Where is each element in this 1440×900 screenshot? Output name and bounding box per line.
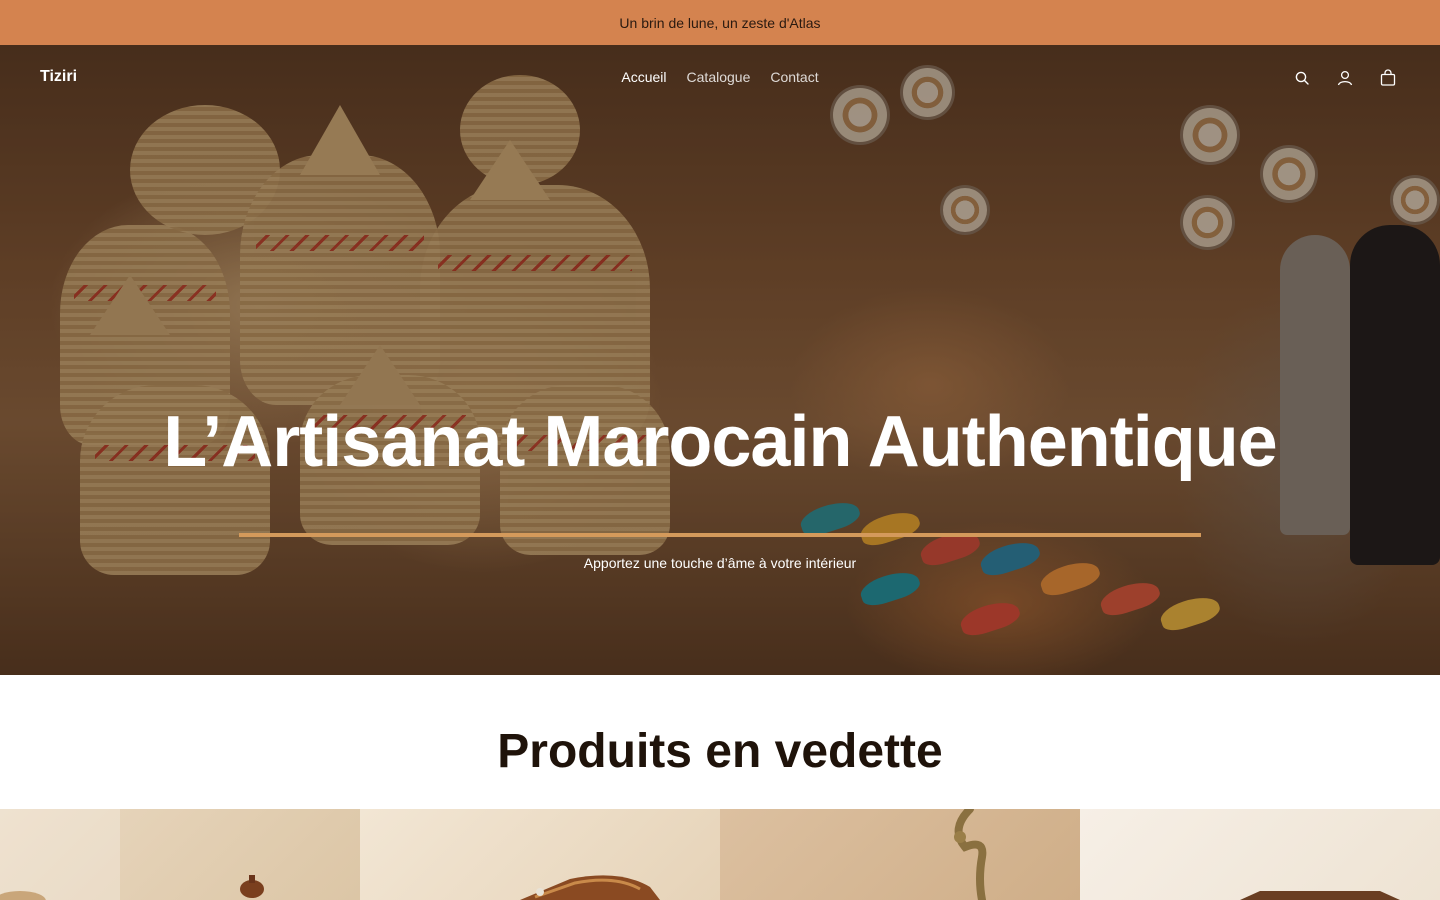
search-icon[interactable] — [1289, 65, 1314, 90]
product-image-1 — [0, 809, 264, 900]
featured-section-title: Produits en vedette — [497, 725, 943, 778]
announcement-bar: Un brin de lune, un zeste d'Atlas — [0, 0, 1440, 45]
nav-item-contact[interactable]: Contact — [770, 69, 818, 85]
header-icons — [1289, 65, 1400, 90]
product-card-3[interactable] — [720, 809, 1080, 900]
nav-item-catalogue[interactable]: Catalogue — [687, 69, 751, 85]
hero-banner — [0, 45, 1440, 675]
announcement-text: Un brin de lune, un zeste d'Atlas — [619, 14, 821, 31]
hero-subtitle: Apportez une touche d’âme à votre intéri… — [583, 555, 857, 571]
site-header: Tiziri Accueil Catalogue Contact — [0, 45, 1440, 111]
nav-item-accueil[interactable]: Accueil — [621, 69, 666, 85]
product-card-4[interactable] — [1080, 809, 1440, 900]
product-image-2 — [520, 875, 660, 900]
main-nav: Accueil Catalogue Contact — [0, 69, 1440, 85]
product-image-4 — [1240, 891, 1400, 900]
account-icon[interactable] — [1332, 65, 1357, 90]
featured-products-grid — [0, 809, 1440, 900]
product-card-1[interactable] — [0, 809, 360, 900]
hero-title-underline — [239, 533, 1201, 537]
hero-overlay — [0, 45, 1440, 675]
hero-title: L’Artisanat Marocain Authentique — [163, 402, 1277, 482]
product-card-2[interactable] — [360, 809, 720, 900]
cart-icon[interactable] — [1375, 65, 1400, 90]
product-image-3 — [954, 809, 987, 900]
